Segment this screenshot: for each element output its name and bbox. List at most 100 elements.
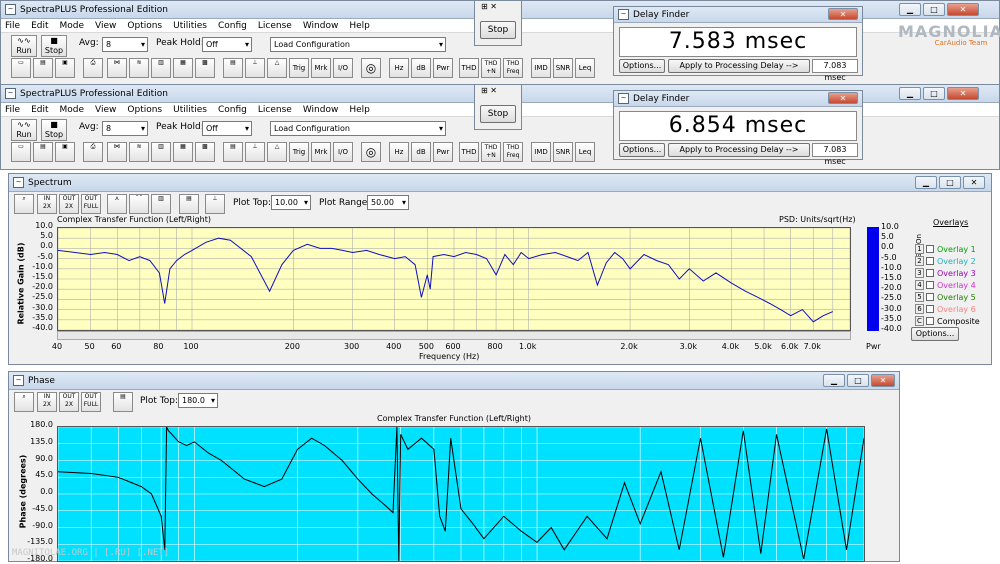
close-button[interactable]: ✕ — [947, 87, 979, 100]
overlay-checkbox[interactable] — [926, 293, 934, 301]
imd-button[interactable]: IMD — [531, 58, 551, 78]
menu-file[interactable]: File — [5, 21, 20, 31]
menu-options[interactable]: Options — [127, 21, 162, 31]
print-icon[interactable]: ⎙ — [83, 142, 103, 162]
tool-icon-3[interactable]: ▥ — [151, 142, 171, 162]
delay-close-button[interactable]: ✕ — [828, 8, 858, 20]
plot-range-input[interactable]: 50.00 — [367, 195, 409, 210]
spectrum-plot[interactable] — [57, 227, 851, 331]
menu-utilities[interactable]: Utilities — [173, 21, 207, 31]
menu-options[interactable]: Options — [127, 105, 162, 115]
load-config-select[interactable]: Load Configuration — [270, 37, 446, 52]
spectrum-scrollbar[interactable] — [57, 331, 851, 340]
menu-config[interactable]: Config — [218, 21, 247, 31]
stop-button[interactable]: ■ Stop — [41, 35, 67, 57]
overlay-checkbox[interactable] — [926, 281, 934, 289]
print-icon[interactable]: ⎙ — [83, 58, 103, 78]
out-2x-icon[interactable]: OUT 2X — [59, 392, 79, 412]
tool-icon-7[interactable]: ⊥ — [245, 58, 265, 78]
overlay-item[interactable]: 1 Overlay 1 — [915, 244, 976, 254]
overlay-item[interactable]: 2 Overlay 2 — [915, 256, 976, 266]
mrk-button[interactable]: Mrk — [311, 142, 331, 162]
zoom-icon[interactable]: ⌕ — [14, 392, 34, 412]
tool-icon-1[interactable]: ⋈ — [107, 58, 127, 78]
delay-close-button[interactable]: ✕ — [828, 92, 858, 104]
save-icon[interactable]: ▣ — [55, 142, 75, 162]
tool-icon-4[interactable]: ▦ — [173, 142, 193, 162]
imd-button[interactable]: IMD — [531, 142, 551, 162]
delay-options-button[interactable]: Options... — [619, 143, 665, 157]
save-icon[interactable]: ▣ — [55, 58, 75, 78]
overlay-set-button[interactable]: C — [915, 316, 924, 326]
minimize-button[interactable]: ▁ — [899, 3, 921, 16]
menu-file[interactable]: File — [5, 105, 20, 115]
overlay-set-button[interactable]: 4 — [915, 280, 924, 290]
tool-icon-8[interactable]: △ — [267, 58, 287, 78]
apply-delay-button[interactable]: Apply to Processing Delay --> — [668, 59, 810, 73]
avg-select[interactable]: 8 — [102, 37, 148, 52]
menu-help[interactable]: Help — [349, 105, 370, 115]
tool-icon-5[interactable]: ▩ — [195, 142, 215, 162]
tool-icon-6[interactable]: ▤ — [223, 58, 243, 78]
settings-icon[interactable]: ▤ — [113, 392, 133, 412]
overlay-set-button[interactable]: 2 — [915, 256, 924, 266]
pwr-button[interactable]: Pwr — [433, 58, 453, 78]
overlay-item[interactable]: 3 Overlay 3 — [915, 268, 976, 278]
zoom-icon[interactable]: ⌕ — [14, 194, 34, 214]
menu-help[interactable]: Help — [349, 21, 370, 31]
spectrum-close[interactable]: ✕ — [963, 176, 985, 189]
menu-view[interactable]: View — [95, 21, 116, 31]
io-button[interactable]: I/O — [333, 142, 353, 162]
menu-utilities[interactable]: Utilities — [173, 105, 207, 115]
peak-hold-select[interactable]: Off — [202, 121, 252, 136]
stop-popup-button[interactable]: Stop — [480, 21, 516, 39]
overlay-set-button[interactable]: 6 — [915, 304, 924, 314]
overlay-set-button[interactable]: 1 — [915, 244, 924, 254]
phase-maximize[interactable]: □ — [847, 374, 869, 387]
processing-delay-field[interactable]: 7.083 msec — [812, 59, 858, 82]
phase-close[interactable]: ✕ — [871, 374, 895, 387]
menu-mode[interactable]: Mode — [60, 105, 85, 115]
overlay-options-button[interactable]: Options... — [911, 327, 959, 341]
plot-top-input[interactable]: 10.00 — [271, 195, 311, 210]
tool-icon-2[interactable]: ≋ — [129, 142, 149, 162]
db-button[interactable]: dB — [411, 58, 431, 78]
tool-icon-6[interactable]: ▤ — [223, 142, 243, 162]
overlay-item[interactable]: C Composite — [915, 316, 980, 326]
maximize-button[interactable]: □ — [923, 3, 945, 16]
spectrum-minimize[interactable]: ▁ — [915, 176, 937, 189]
out-full-icon[interactable]: OUT FULL — [81, 194, 101, 214]
hz-button[interactable]: Hz — [389, 142, 409, 162]
spectrum-maximize[interactable]: □ — [939, 176, 961, 189]
thd-freq-button[interactable]: THD Freq — [503, 58, 523, 78]
tool-icon-8[interactable]: △ — [267, 142, 287, 162]
close-button[interactable]: ✕ — [947, 3, 979, 16]
plot-top-input[interactable]: 180.0 — [178, 393, 218, 408]
open-icon[interactable]: ▤ — [33, 58, 53, 78]
stop-button[interactable]: ■ Stop — [41, 119, 67, 141]
snr-button[interactable]: SNR — [553, 142, 573, 162]
pwr-button[interactable]: Pwr — [433, 142, 453, 162]
stop-popup-button[interactable]: Stop — [480, 105, 516, 123]
mrk-button[interactable]: Mrk — [311, 58, 331, 78]
thd-button[interactable]: THD — [459, 142, 479, 162]
overlay-item[interactable]: 5 Overlay 5 — [915, 292, 976, 302]
popup-close-icon[interactable]: ⊞ ✕ — [481, 86, 497, 95]
hz-button[interactable]: Hz — [389, 58, 409, 78]
bar-plot-icon[interactable]: ▥ — [151, 194, 171, 214]
run-button[interactable]: ∿∿ Run — [11, 119, 37, 141]
popup-close-icon[interactable]: ⊞ ✕ — [481, 2, 497, 11]
thd-button[interactable]: THD — [459, 58, 479, 78]
db-button[interactable]: dB — [411, 142, 431, 162]
in-2x-icon[interactable]: IN 2X — [37, 392, 57, 412]
tool-icon-3[interactable]: ▥ — [151, 58, 171, 78]
menu-license[interactable]: License — [258, 105, 292, 115]
leq-button[interactable]: Leq — [575, 58, 595, 78]
menu-mode[interactable]: Mode — [60, 21, 85, 31]
tool-icon-1[interactable]: ⋈ — [107, 142, 127, 162]
delay-options-button[interactable]: Options... — [619, 59, 665, 73]
run-button[interactable]: ∿∿ Run — [11, 35, 37, 57]
out-full-icon[interactable]: OUT FULL — [81, 392, 101, 412]
trig-button[interactable]: Trig — [289, 58, 309, 78]
overlay-set-button[interactable]: 5 — [915, 292, 924, 302]
